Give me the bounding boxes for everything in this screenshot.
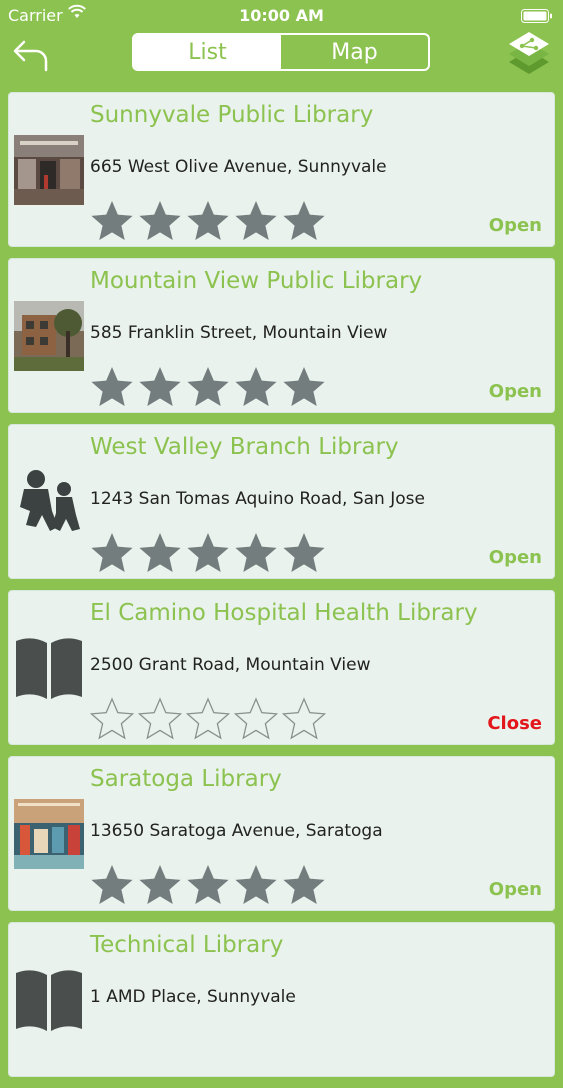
status-bar: Carrier 10:00 AM xyxy=(0,0,563,30)
back-button[interactable] xyxy=(10,32,54,76)
status-label: Open xyxy=(488,879,542,900)
status-label: Open xyxy=(488,547,542,568)
star-outline-icon xyxy=(186,697,230,740)
star-filled-icon xyxy=(283,201,325,240)
map-tab[interactable]: Map xyxy=(281,35,428,69)
star-filled-icon xyxy=(283,533,325,572)
library-address: 2500 Grant Road, Mountain View xyxy=(90,655,371,675)
library-address: 585 Franklin Street, Mountain View xyxy=(90,323,388,343)
library-card[interactable]: El Camino Hospital Health Library 2500 G… xyxy=(8,590,555,745)
list-tab[interactable]: List xyxy=(134,35,281,69)
book-icon xyxy=(14,965,84,1035)
library-card[interactable]: West Valley Branch Library 1243 San Toma… xyxy=(8,424,555,579)
rating-stars xyxy=(90,199,330,243)
clock: 10:00 AM xyxy=(239,6,324,25)
library-name: Technical Library xyxy=(90,932,284,958)
star-outline-icon xyxy=(90,697,134,740)
library-name: Sunnyvale Public Library xyxy=(90,102,374,128)
library-photo-icon xyxy=(14,135,84,205)
status-label: Open xyxy=(488,215,542,236)
star-outline-icon xyxy=(138,697,182,740)
star-filled-icon xyxy=(91,865,133,904)
library-card[interactable]: Sunnyvale Public Library 665 West Olive … xyxy=(8,92,555,247)
star-filled-icon xyxy=(283,865,325,904)
star-filled-icon xyxy=(235,533,277,572)
share-icon xyxy=(509,32,549,74)
library-address: 665 West Olive Avenue, Sunnyvale xyxy=(90,157,387,177)
rating-stars xyxy=(90,697,330,741)
star-outline-icon xyxy=(282,697,326,740)
star-outline-icon xyxy=(234,697,278,740)
library-photo-icon xyxy=(14,799,84,869)
star-filled-icon xyxy=(91,367,133,406)
library-address: 13650 Saratoga Avenue, Saratoga xyxy=(90,821,383,841)
book-icon xyxy=(14,633,84,703)
library-name: El Camino Hospital Health Library xyxy=(90,600,478,626)
star-filled-icon xyxy=(283,367,325,406)
rating-stars xyxy=(90,531,330,575)
library-card[interactable]: Mountain View Public Library 585 Frankli… xyxy=(8,258,555,413)
star-filled-icon xyxy=(139,367,181,406)
library-address: 1243 San Tomas Aquino Road, San Jose xyxy=(90,489,425,509)
share-button[interactable] xyxy=(505,30,553,78)
status-label: Close xyxy=(487,713,542,734)
library-list: Sunnyvale Public Library 665 West Olive … xyxy=(8,92,555,1088)
star-filled-icon xyxy=(187,367,229,406)
star-filled-icon xyxy=(187,865,229,904)
children-reading-icon xyxy=(14,467,84,537)
library-card[interactable]: Saratoga Library 13650 Saratoga Avenue, … xyxy=(8,756,555,911)
star-filled-icon xyxy=(139,865,181,904)
star-filled-icon xyxy=(91,201,133,240)
library-photo-icon xyxy=(14,301,84,371)
library-name: Mountain View Public Library xyxy=(90,268,423,294)
star-filled-icon xyxy=(139,533,181,572)
rating-stars xyxy=(90,365,330,409)
battery-icon xyxy=(521,8,553,27)
star-filled-icon xyxy=(91,533,133,572)
star-filled-icon xyxy=(187,533,229,572)
star-filled-icon xyxy=(139,201,181,240)
library-name: Saratoga Library xyxy=(90,766,282,792)
star-filled-icon xyxy=(235,367,277,406)
star-filled-icon xyxy=(187,201,229,240)
star-filled-icon xyxy=(235,201,277,240)
library-name: West Valley Branch Library xyxy=(90,434,399,460)
nav-bar: List Map xyxy=(0,30,563,80)
back-arrow-icon xyxy=(13,40,48,72)
list-map-segmented-control: List Map xyxy=(132,33,430,71)
status-label: Open xyxy=(488,381,542,402)
star-filled-icon xyxy=(235,865,277,904)
library-address: 1 AMD Place, Sunnyvale xyxy=(90,987,296,1007)
rating-stars xyxy=(90,863,330,907)
